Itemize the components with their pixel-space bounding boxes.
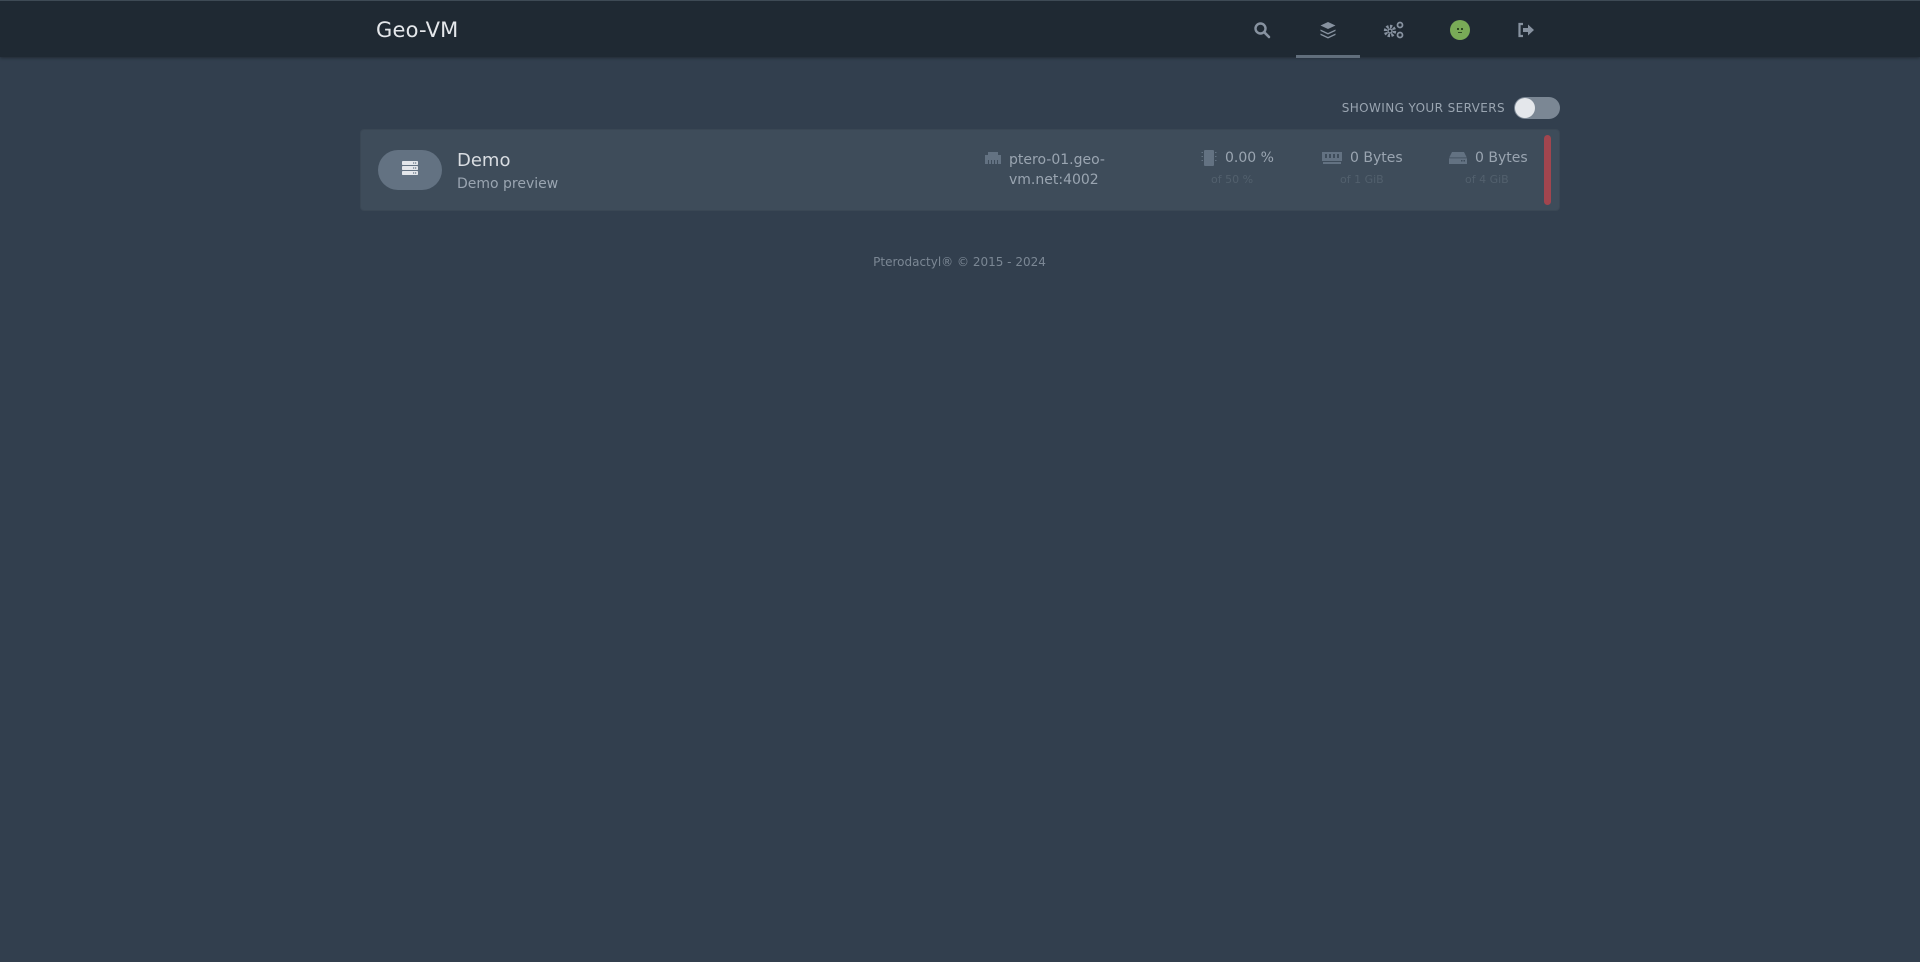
hdd-icon <box>1448 150 1468 169</box>
server-filter: Showing your servers <box>1342 97 1560 119</box>
cogs-icon <box>1383 21 1405 39</box>
sign-out-icon <box>1517 22 1535 38</box>
layers-icon <box>1319 21 1337 39</box>
disk-usage: 0 Bytes <box>1475 150 1528 166</box>
avatar-icon <box>1450 19 1470 40</box>
brand-title[interactable]: Geo-VM <box>376 18 458 42</box>
cpu-limit: of 50 % <box>1211 173 1254 186</box>
memory-limit: of 1 GiB <box>1340 173 1384 186</box>
nav-admin[interactable] <box>1362 1 1426 58</box>
server-status-indicator <box>1544 135 1551 205</box>
top-navbar: Geo-VM <box>0 0 1920 58</box>
server-avatar <box>378 150 442 190</box>
server-address: ptero-01.geo-vm.net:4002 <box>1009 152 1105 188</box>
toggle-knob <box>1515 98 1535 118</box>
memory-icon <box>1322 150 1342 169</box>
ethernet-icon <box>984 150 1002 169</box>
nav-search[interactable] <box>1230 1 1294 58</box>
show-all-servers-toggle[interactable] <box>1514 97 1560 119</box>
footer: Pterodactyl® © 2015 - 2024 <box>0 251 1920 270</box>
memory-usage: 0 Bytes <box>1350 150 1403 166</box>
disk-limit: of 4 GiB <box>1465 173 1509 186</box>
server-icon <box>402 160 418 180</box>
filter-label: Showing your servers <box>1341 101 1505 115</box>
cpu-usage: 0.00 % <box>1225 150 1274 166</box>
nav-account[interactable] <box>1428 1 1492 58</box>
nav-logout[interactable] <box>1494 1 1558 58</box>
cpu-icon <box>1201 150 1217 170</box>
footer-copyright: Pterodactyl® © 2015 - 2024 <box>873 255 1046 269</box>
search-icon <box>1253 21 1271 39</box>
server-description: Demo preview <box>457 176 559 192</box>
server-name: Demo <box>457 150 511 171</box>
server-row[interactable]: Demo Demo preview ptero-01.geo-vm.net:40… <box>360 129 1560 211</box>
nav-servers[interactable] <box>1296 1 1360 58</box>
